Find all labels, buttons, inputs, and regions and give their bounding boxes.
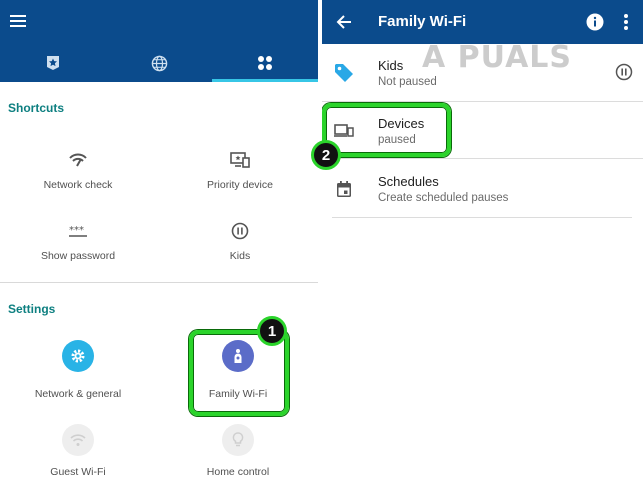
- right-screen: Family Wi-Fi Kids Not paused Devices pau…: [322, 0, 643, 493]
- list-item-schedules[interactable]: Schedules Create scheduled pauses: [322, 160, 643, 218]
- watermark-logo: A PUALS: [422, 40, 573, 75]
- shortcut-show-password[interactable]: *** Show password: [3, 216, 153, 262]
- setting-home-control[interactable]: Home control: [163, 424, 313, 478]
- gear-icon: [62, 340, 94, 372]
- family-icon: [222, 340, 254, 372]
- list-item-devices[interactable]: Devices paused: [322, 102, 643, 160]
- calendar-icon: [337, 181, 351, 197]
- tag-icon: [335, 64, 353, 82]
- hamburger-menu-icon[interactable]: [10, 15, 26, 29]
- more-options-icon[interactable]: [623, 13, 629, 31]
- row-divider: [322, 158, 643, 159]
- info-icon[interactable]: [586, 13, 604, 31]
- row-subtitle: Not paused: [378, 76, 437, 88]
- shortcut-priority-device[interactable]: Priority device: [165, 145, 315, 191]
- left-screen: Shortcuts Network check Priority device …: [0, 0, 318, 493]
- network-check-icon: [69, 153, 87, 167]
- shortcut-label: Kids: [229, 250, 251, 262]
- shortcut-label: Network check: [43, 179, 113, 191]
- row-title: Devices: [378, 116, 425, 131]
- pause-icon: [231, 222, 249, 240]
- wifi-icon: [62, 424, 94, 456]
- tab-shortcuts[interactable]: [0, 44, 106, 82]
- setting-network-general[interactable]: Network & general: [3, 340, 153, 400]
- setting-label: Network & general: [34, 388, 122, 400]
- star-tab-icon: [47, 56, 59, 70]
- shortcut-label: Show password: [40, 250, 116, 262]
- tab-bar: [0, 44, 318, 82]
- tab-settings[interactable]: [212, 44, 318, 82]
- setting-label: Guest Wi-Fi: [50, 466, 106, 478]
- section-divider: [0, 282, 318, 283]
- row-subtitle: paused: [378, 134, 416, 146]
- globe-icon: [151, 55, 167, 71]
- page-title: Family Wi-Fi: [378, 13, 467, 30]
- svg-text:***: ***: [69, 225, 84, 236]
- step-badge-1: 1: [257, 316, 287, 346]
- app-header: [0, 0, 318, 82]
- apps-icon: [258, 56, 272, 70]
- row-title: Kids: [378, 58, 404, 73]
- setting-family-wifi[interactable]: Family Wi-Fi: [163, 340, 313, 400]
- shortcut-kids[interactable]: Kids: [165, 216, 315, 262]
- row-subtitle: Create scheduled pauses: [378, 192, 509, 204]
- password-icon: ***: [69, 225, 87, 237]
- pause-icon[interactable]: [615, 63, 633, 81]
- lightbulb-icon: [222, 424, 254, 456]
- back-arrow-icon[interactable]: [336, 14, 352, 30]
- row-divider: [332, 217, 632, 218]
- shortcut-label: Priority device: [207, 179, 273, 191]
- setting-label: Family Wi-Fi: [208, 388, 268, 400]
- devices-icon: [334, 124, 354, 137]
- priority-device-icon: [230, 152, 250, 168]
- row-title: Schedules: [378, 174, 439, 189]
- settings-heading: Settings: [8, 302, 56, 316]
- step-badge-2: 2: [311, 140, 341, 170]
- setting-label: Home control: [206, 466, 270, 478]
- app-bar: Family Wi-Fi: [322, 0, 643, 44]
- shortcuts-heading: Shortcuts: [8, 101, 65, 115]
- setting-guest-wifi[interactable]: Guest Wi-Fi: [3, 424, 153, 478]
- shortcut-network-check[interactable]: Network check: [3, 145, 153, 191]
- tab-network[interactable]: [106, 44, 212, 82]
